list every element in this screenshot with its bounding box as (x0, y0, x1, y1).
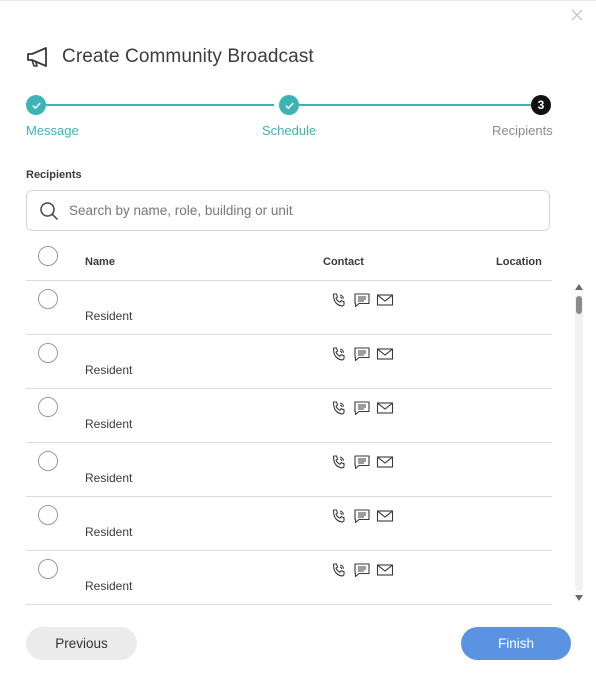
broadcast-modal: Create Community Broadcast 3 Message Sch… (0, 0, 596, 680)
search-icon (40, 201, 59, 220)
contact-icons (330, 508, 399, 524)
contact-icons (330, 346, 399, 362)
previous-button[interactable]: Previous (26, 627, 137, 660)
scrollbar-track[interactable] (575, 295, 583, 591)
step-recipients-label: Recipients (492, 123, 553, 138)
row-role: Resident (85, 309, 133, 323)
email-icon[interactable] (376, 292, 394, 308)
recipients-section-label: Recipients (26, 169, 82, 181)
row-role: Resident (85, 417, 133, 431)
phone-icon[interactable] (330, 454, 348, 470)
contact-icons (330, 454, 399, 470)
sms-icon[interactable] (353, 400, 371, 416)
row-select-radio[interactable] (38, 505, 58, 525)
finish-button[interactable]: Finish (461, 627, 571, 660)
phone-icon[interactable] (330, 562, 348, 578)
contact-icons (330, 562, 399, 578)
search-input[interactable] (69, 203, 529, 218)
table-row: Resident (26, 389, 552, 443)
phone-icon[interactable] (330, 508, 348, 524)
table-row: Resident (26, 335, 552, 389)
email-icon[interactable] (376, 400, 394, 416)
step-connector (46, 104, 274, 106)
recipients-table: Name Contact Location Resident Resident (26, 233, 552, 605)
row-select-radio[interactable] (38, 559, 58, 579)
column-header-location: Location (496, 256, 542, 268)
email-icon[interactable] (376, 346, 394, 362)
sms-icon[interactable] (353, 454, 371, 470)
sms-icon[interactable] (353, 508, 371, 524)
sms-icon[interactable] (353, 346, 371, 362)
step-recipients-number: 3 (531, 95, 551, 115)
email-icon[interactable] (376, 562, 394, 578)
scrollbar-thumb[interactable] (576, 296, 582, 314)
row-select-radio[interactable] (38, 343, 58, 363)
table-scrollbar[interactable] (573, 283, 585, 605)
email-icon[interactable] (376, 508, 394, 524)
row-role: Resident (85, 579, 133, 593)
row-role: Resident (85, 525, 133, 539)
sms-icon[interactable] (353, 562, 371, 578)
phone-icon[interactable] (330, 292, 348, 308)
table-row: Resident (26, 551, 552, 605)
contact-icons (330, 292, 399, 308)
contact-icons (330, 400, 399, 416)
step-connector (299, 104, 531, 106)
table-row: Resident (26, 443, 552, 497)
step-message-check-icon (26, 95, 46, 115)
row-select-radio[interactable] (38, 289, 58, 309)
step-schedule-check-icon (279, 95, 299, 115)
table-body: Resident Resident Resident Resident Resi… (26, 281, 552, 605)
megaphone-icon (27, 47, 47, 67)
modal-title: Create Community Broadcast (62, 46, 314, 67)
progress-stepper: 3 Message Schedule Recipients (26, 95, 556, 141)
scroll-down-arrow-icon[interactable] (574, 594, 584, 602)
step-message-label: Message (26, 123, 79, 138)
column-header-contact: Contact (323, 256, 364, 268)
search-box (26, 190, 550, 231)
row-role: Resident (85, 471, 133, 485)
phone-icon[interactable] (330, 400, 348, 416)
step-schedule-label: Schedule (262, 123, 317, 138)
table-row: Resident (26, 281, 552, 335)
modal-header: Create Community Broadcast (26, 43, 314, 71)
scroll-up-arrow-icon[interactable] (574, 283, 584, 291)
table-row: Resident (26, 497, 552, 551)
column-header-name: Name (85, 256, 115, 268)
email-icon[interactable] (376, 454, 394, 470)
row-select-radio[interactable] (38, 397, 58, 417)
row-select-radio[interactable] (38, 451, 58, 471)
close-icon[interactable] (569, 7, 585, 23)
select-all-radio[interactable] (38, 246, 58, 266)
sms-icon[interactable] (353, 292, 371, 308)
table-header: Name Contact Location (26, 233, 552, 281)
phone-icon[interactable] (330, 346, 348, 362)
row-role: Resident (85, 363, 133, 377)
